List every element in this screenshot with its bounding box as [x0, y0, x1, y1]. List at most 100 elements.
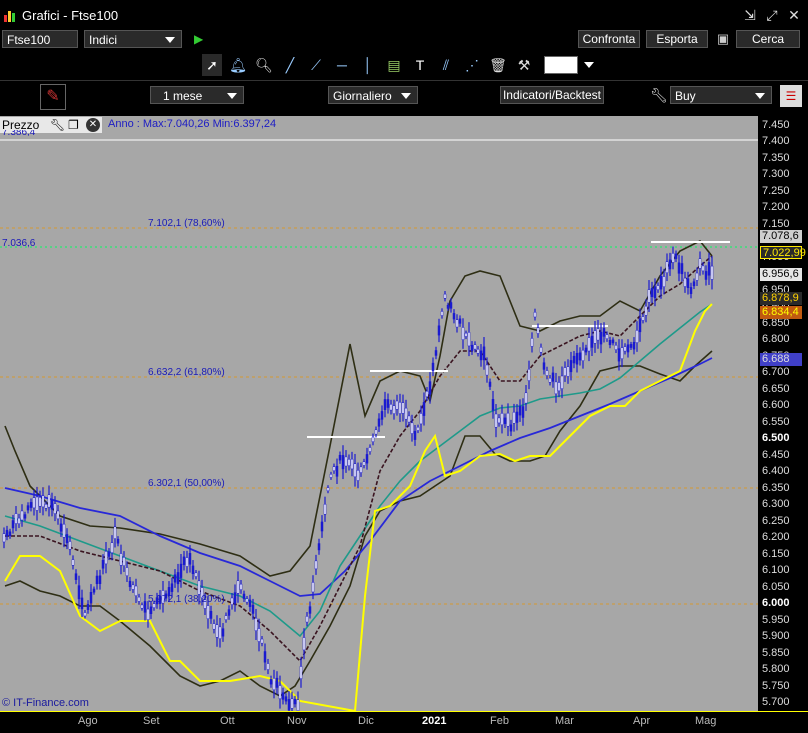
candle-body — [485, 364, 489, 376]
symbol-input[interactable]: Ftse100 — [2, 30, 78, 48]
play-icon[interactable]: ▶ — [194, 32, 203, 46]
candle-body — [341, 455, 345, 470]
close-icon[interactable]: ✕ — [786, 7, 802, 23]
candle-body — [107, 551, 111, 557]
text-icon[interactable]: T — [410, 54, 430, 76]
pitchfork-icon[interactable]: ⋰ — [462, 54, 482, 76]
candle-body — [650, 287, 654, 297]
y-tick-label: 7.200 — [762, 201, 790, 214]
esporta-button[interactable]: Esporta — [646, 30, 708, 48]
x-axis — [0, 711, 808, 733]
candle-body — [386, 399, 390, 408]
horizontal-line-icon[interactable]: ─ — [332, 54, 352, 76]
candle-body — [101, 559, 105, 569]
wrench-icon[interactable]: 🔧︎ — [650, 87, 668, 104]
candle-body — [233, 592, 237, 604]
candle-body — [590, 335, 594, 348]
y-tick-label: 7.400 — [762, 135, 790, 148]
color-swatch[interactable] — [544, 56, 578, 74]
candle-body — [110, 542, 114, 553]
order-select[interactable]: Buy — [670, 86, 772, 104]
fibonacci-icon[interactable]: ▤ — [384, 54, 404, 76]
confronta-button[interactable]: Confronta — [578, 30, 640, 48]
period-select[interactable]: 1 mese — [150, 86, 244, 104]
indicator-pen-icon[interactable]: ✎ — [40, 84, 66, 110]
channel-icon[interactable]: ⫽ — [436, 54, 456, 76]
bell-icon[interactable]: 🔔︎ — [228, 54, 248, 76]
indicators-button[interactable]: Indicatori/Backtest — [500, 86, 604, 104]
candle-body — [26, 505, 30, 511]
category-select[interactable]: Indici — [84, 30, 182, 48]
candle-body — [347, 459, 351, 466]
tools-icon[interactable]: ⚒ — [514, 54, 534, 76]
candle-body — [338, 454, 342, 461]
candle-body — [173, 574, 177, 583]
close-panel-icon[interactable]: ✕ — [86, 118, 100, 132]
window-icon[interactable]: ❐ — [68, 117, 79, 133]
candle-body — [575, 352, 579, 365]
y-tick-label: 6.600 — [762, 399, 790, 412]
candle-body — [671, 253, 675, 263]
candle-body — [350, 458, 354, 470]
candle-body — [701, 265, 705, 272]
candle-body — [44, 503, 48, 509]
y-tick-label: 5.950 — [762, 613, 790, 626]
candle-body — [653, 286, 657, 299]
candle-body — [296, 699, 300, 711]
candle-body — [62, 523, 66, 538]
candle-body — [434, 350, 438, 356]
candle-body — [359, 466, 363, 473]
candle-body — [308, 606, 312, 614]
y-tick-label: 6.550 — [762, 415, 790, 428]
candle-body — [587, 337, 591, 352]
y-tick-label: 6.450 — [762, 448, 790, 461]
candle-body — [251, 604, 255, 614]
candle-body — [401, 402, 405, 414]
candle-body — [176, 572, 180, 585]
cursor-icon[interactable]: ➚ — [202, 54, 222, 76]
y-tick-label: 6.700 — [762, 366, 790, 379]
ray-icon[interactable]: ⟋ — [306, 54, 326, 76]
frequency-select[interactable]: Giornaliero — [328, 86, 418, 104]
trash-icon[interactable]: 🗑︎ — [488, 54, 508, 76]
candle-body — [620, 347, 624, 359]
candle-body — [452, 313, 456, 320]
maximize-icon[interactable]: ⤢ — [764, 7, 780, 23]
price-chart[interactable] — [0, 116, 758, 711]
candle-body — [89, 591, 93, 604]
candle-body — [53, 503, 57, 514]
cerca-button[interactable]: Cerca — [736, 30, 800, 48]
candle-body — [260, 638, 264, 644]
y-tick-label: 7.350 — [762, 151, 790, 164]
x-label: 2021 — [422, 715, 447, 727]
candle-body — [371, 436, 375, 442]
vertical-line-icon[interactable]: │ — [358, 54, 378, 76]
candle-body — [2, 533, 6, 543]
candle-body — [449, 302, 453, 309]
list-settings-icon[interactable]: ☰ — [780, 85, 802, 107]
x-label: Mag — [695, 715, 717, 727]
candle-body — [362, 461, 366, 466]
candle-body — [473, 344, 477, 350]
candle-body — [185, 557, 189, 567]
x-label: Dic — [358, 715, 374, 727]
candle-body — [263, 651, 267, 663]
candle-body — [41, 495, 45, 508]
candle-body — [29, 502, 33, 508]
frequency-label: Giornaliero — [333, 89, 392, 103]
candle-body — [80, 597, 84, 610]
window-title: Grafici - Ftse100 — [22, 8, 119, 23]
restore-icon[interactable]: ⇲ — [742, 7, 758, 23]
candle-body — [194, 572, 198, 577]
color-dropdown-icon[interactable] — [584, 62, 594, 68]
candle-body — [668, 259, 672, 270]
trendline-icon[interactable]: ╱ — [280, 54, 300, 76]
wrench-icon[interactable]: 🔧︎ — [50, 117, 65, 133]
moving-average-20 — [5, 255, 713, 663]
zoom-icon[interactable]: 🔍︎ — [254, 54, 274, 76]
candle-body — [461, 327, 465, 340]
candle-body — [683, 277, 687, 287]
candle-body — [494, 413, 498, 428]
save-icon[interactable]: ▣ — [714, 30, 732, 48]
candle-body — [227, 609, 231, 616]
